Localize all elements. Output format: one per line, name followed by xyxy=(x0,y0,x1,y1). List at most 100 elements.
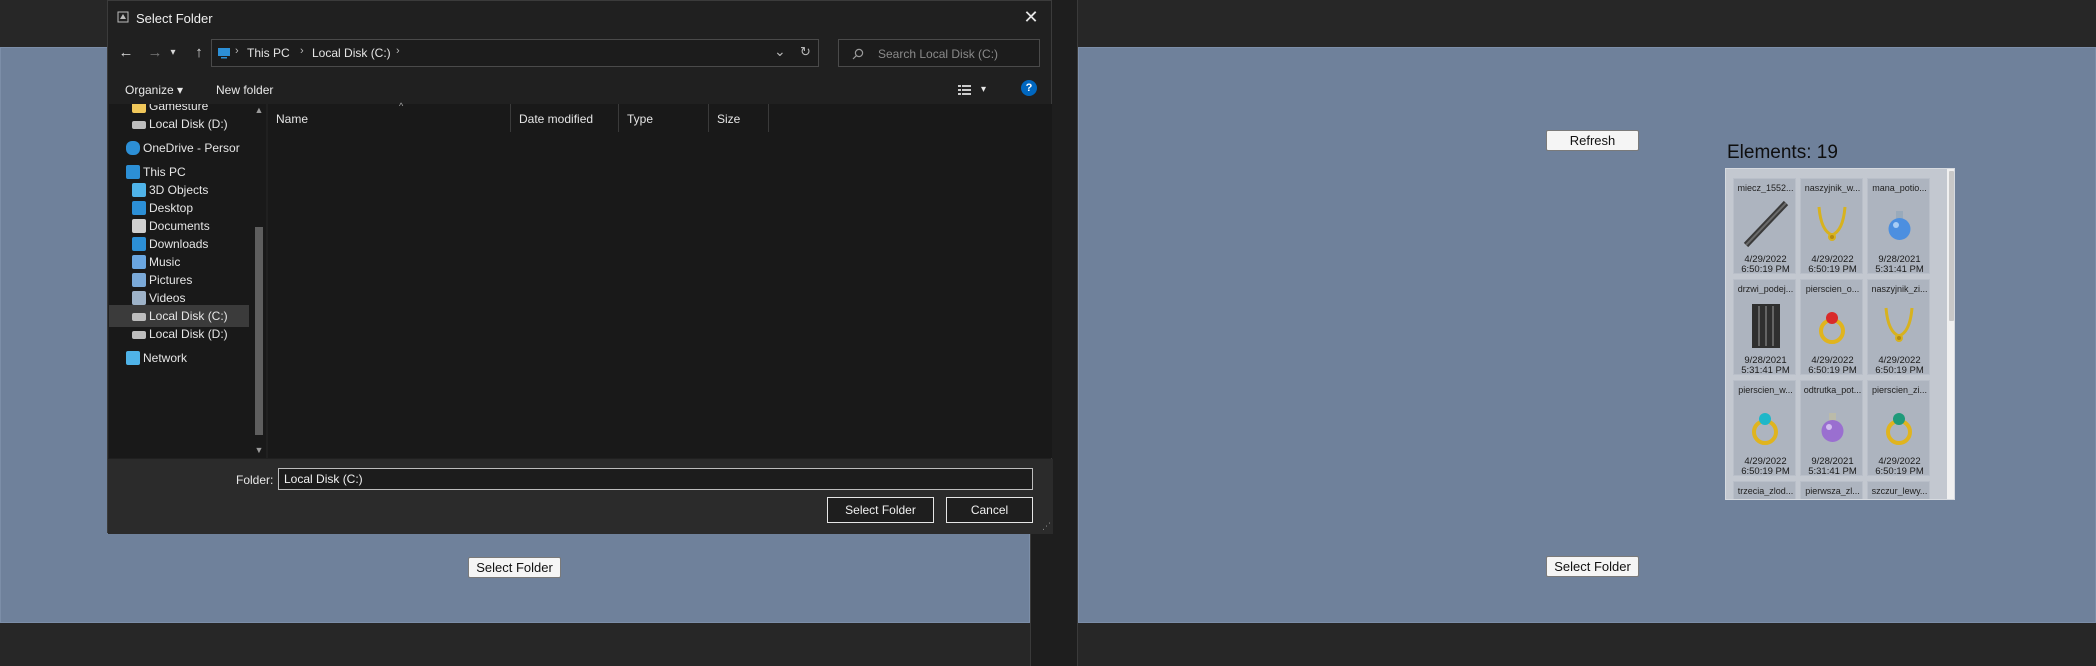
address-bar[interactable]: › This PC › Local Disk (C:) › ⌄ ↻ xyxy=(211,39,819,67)
new-folder-button[interactable]: New folder xyxy=(216,83,273,97)
elements-count: Elements: 19 xyxy=(1727,142,1838,163)
top-bar-right xyxy=(1078,0,2096,47)
element-name: trzecia_zlod... xyxy=(1737,486,1794,496)
element-time: 6:50:19 PM xyxy=(1875,466,1924,477)
dialog-title: Select Folder xyxy=(136,11,213,26)
sidebar-item-label: Documents xyxy=(149,219,210,233)
necklace-icon xyxy=(1884,307,1914,342)
element-time: 6:50:19 PM xyxy=(1741,264,1790,275)
address-dropdown-icon[interactable]: ⌄ xyxy=(774,43,786,60)
folder-icon xyxy=(132,104,146,113)
element-name: naszyjnik_zi... xyxy=(1871,284,1928,294)
sidebar-scrollbar[interactable]: ▲ ▼ xyxy=(252,104,266,458)
sidebar-item-label: Downloads xyxy=(149,237,209,251)
select-folder-dialog: Select Folder ✕ ← → ▾ ↑ › This PC › Loca… xyxy=(107,0,1053,534)
right-select-folder-button[interactable]: Select Folder xyxy=(1546,556,1639,577)
element-tile[interactable]: pierscien_o... 4/29/2022 6:50:19 PM xyxy=(1800,279,1863,376)
up-arrow-icon[interactable]: ↑ xyxy=(189,43,209,63)
refresh-icon[interactable]: ↻ xyxy=(800,44,811,60)
refresh-button[interactable]: Refresh xyxy=(1546,130,1639,151)
ring-green-icon xyxy=(1886,413,1912,445)
recent-locations-icon[interactable]: ▾ xyxy=(167,43,179,63)
column-name-label: Name xyxy=(276,112,309,126)
app-icon xyxy=(117,11,129,23)
element-name: mana_potio... xyxy=(1872,183,1927,193)
dialog-select-folder-button[interactable]: Select Folder xyxy=(827,497,934,523)
sidebar-item-label: OneDrive - Persor xyxy=(143,141,240,155)
sidebar-item-network[interactable]: Network xyxy=(109,347,249,369)
address-segment-local-disk[interactable]: Local Disk (C:) xyxy=(312,46,391,60)
element-tile[interactable]: naszyjnik_zi... 4/29/2022 6:50:19 PM xyxy=(1867,279,1930,376)
view-dropdown-icon[interactable]: ▾ xyxy=(981,84,986,95)
element-tile[interactable]: szczur_lewy... xyxy=(1867,481,1930,499)
element-name: pierscien_w... xyxy=(1738,385,1793,395)
drive-icon xyxy=(132,313,146,321)
search-icon xyxy=(852,48,864,60)
column-size[interactable]: Size xyxy=(709,104,769,132)
element-tile[interactable]: pierscien_w... 4/29/2022 6:50:19 PM xyxy=(1733,380,1796,477)
sidebar-item-local-disk-d[interactable]: Local Disk (D:) xyxy=(109,323,249,345)
address-segment-this-pc[interactable]: This PC xyxy=(247,46,290,60)
element-tile[interactable]: pierscien_zi... 4/29/2022 6:50:19 PM xyxy=(1867,380,1930,477)
element-tile[interactable]: mana_potio... 9/28/2021 5:31:41 PM xyxy=(1867,178,1930,275)
element-tile[interactable]: naszyjnik_w... 4/29/2022 6:50:19 PM xyxy=(1800,178,1863,275)
close-icon[interactable]: ✕ xyxy=(1019,6,1043,30)
ring-cyan-icon xyxy=(1752,413,1778,445)
sidebar-item-label: Local Disk (D:) xyxy=(149,327,228,341)
element-tile[interactable]: trzecia_zlod... xyxy=(1733,481,1796,499)
help-icon[interactable]: ? xyxy=(1021,80,1037,96)
resize-grip-icon[interactable]: ⋰ xyxy=(1042,521,1051,532)
desktop: Select Folder Refresh Elements: 19 miecz… xyxy=(0,0,2096,666)
sidebar-item-label: This PC xyxy=(143,165,186,179)
dialog-footer: Folder: Local Disk (C:) Select Folder Ca… xyxy=(108,459,1053,534)
music-icon xyxy=(132,255,146,269)
forward-arrow-icon[interactable]: → xyxy=(145,43,165,63)
navigation-pane: ▲ ▼ Gamesture Local Disk (D:) OneDrive - P… xyxy=(109,104,266,458)
scroll-down-icon[interactable]: ▼ xyxy=(254,445,264,455)
element-tile[interactable]: drzwi_podej... 9/28/2021 5:31:41 PM xyxy=(1733,279,1796,376)
element-tile[interactable]: miecz_1552... 4/29/2022 6:50:19 PM xyxy=(1733,178,1796,275)
ring-red-icon xyxy=(1819,312,1845,344)
column-name[interactable]: Name xyxy=(268,104,511,132)
sidebar-item-onedrive-persor[interactable]: OneDrive - Persor xyxy=(109,137,249,159)
element-name: drzwi_podej... xyxy=(1737,284,1794,294)
folder-input[interactable]: Local Disk (C:) xyxy=(278,468,1033,490)
computer-icon xyxy=(218,48,230,59)
sidebar-item-label: Local Disk (D:) xyxy=(149,117,228,131)
sidebar-scroll-thumb[interactable] xyxy=(255,227,263,435)
sidebar-item-label: Desktop xyxy=(149,201,194,215)
element-time: 5:31:41 PM xyxy=(1808,466,1857,477)
search-input[interactable]: Search Local Disk (C:) xyxy=(878,47,998,61)
grid-scroll-thumb[interactable] xyxy=(1949,171,1954,321)
element-time: 5:31:41 PM xyxy=(1875,264,1924,275)
navigation-bar: ← → ▾ ↑ › This PC › Local Disk (C:) › ⌄ … xyxy=(108,37,1053,71)
scroll-up-icon[interactable]: ▲ xyxy=(254,105,264,115)
address-separator: › xyxy=(235,45,239,57)
column-date-modified[interactable]: Date modified xyxy=(511,104,619,132)
organize-menu[interactable]: Organize ▾ xyxy=(125,83,183,97)
column-date-label: Date modified xyxy=(519,112,594,126)
dialog-cancel-button[interactable]: Cancel xyxy=(946,497,1033,523)
address-separator: › xyxy=(300,45,304,57)
folder-label: Folder: xyxy=(236,473,274,487)
element-time: 6:50:19 PM xyxy=(1875,365,1924,376)
search-box[interactable]: Search Local Disk (C:) xyxy=(838,39,1040,67)
element-tile[interactable]: pierwsza_zl... xyxy=(1800,481,1863,499)
door-icon xyxy=(1752,304,1780,348)
grid-scrollbar[interactable] xyxy=(1947,169,1954,499)
view-options-icon[interactable] xyxy=(958,85,972,95)
element-name: szczur_lewy... xyxy=(1871,486,1928,496)
element-time: 6:50:19 PM xyxy=(1808,264,1857,275)
sidebar-item-local-disk-d[interactable]: Local Disk (D:) xyxy=(109,113,249,135)
cloud-icon xyxy=(126,141,140,155)
back-arrow-icon[interactable]: ← xyxy=(116,43,136,63)
left-select-folder-button[interactable]: Select Folder xyxy=(468,557,561,578)
element-name: naszyjnik_w... xyxy=(1804,183,1861,193)
column-type[interactable]: Type xyxy=(619,104,709,132)
picture-icon xyxy=(132,273,146,287)
computer-icon xyxy=(126,165,140,179)
element-tile[interactable]: odtrutka_pot... 9/28/2021 5:31:41 PM xyxy=(1800,380,1863,477)
sidebar-item-label: Music xyxy=(149,255,181,269)
element-time: 6:50:19 PM xyxy=(1741,466,1790,477)
document-icon xyxy=(132,219,146,233)
